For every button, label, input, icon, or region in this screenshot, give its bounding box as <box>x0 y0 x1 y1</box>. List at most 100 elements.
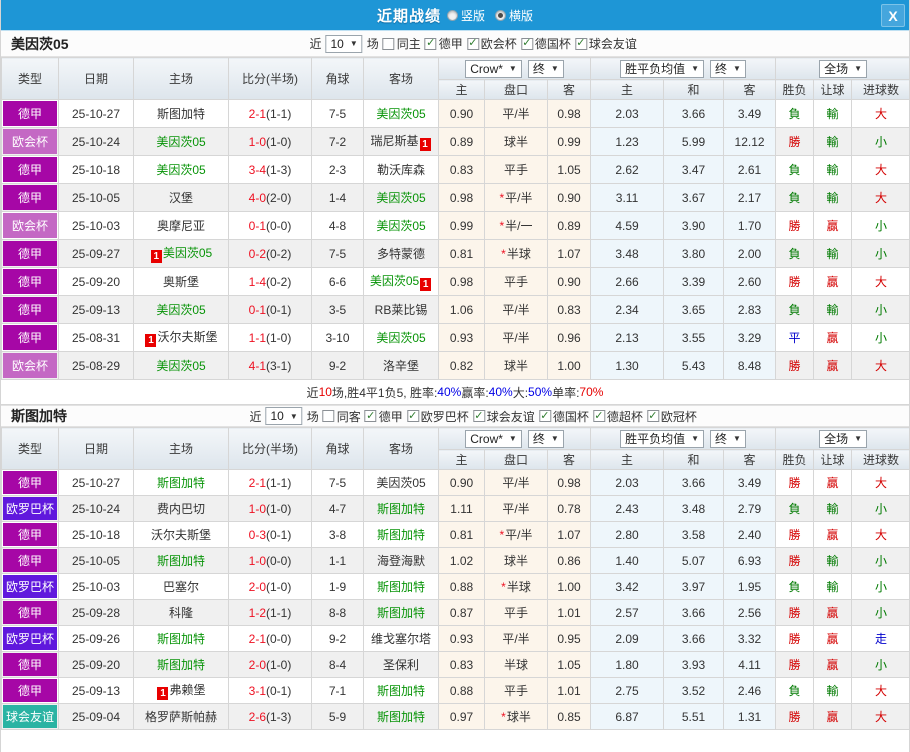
table-row: 球会友谊 25-09-04 格罗萨斯帕赫 2-6(1-3) 5-9 斯图加特 0.97 *球半… <box>1 703 909 730</box>
euro-home-odds: 2.62 <box>590 155 665 184</box>
away-team-name: 圣保利 <box>382 658 419 672</box>
asian-away-odds: 1.00 <box>546 351 592 380</box>
goals-result: 大 <box>851 155 909 184</box>
asian-final-select-value: 终 <box>532 432 545 446</box>
handicap-result: 贏 <box>813 469 853 496</box>
corner-score: 1-9 <box>311 573 364 600</box>
same-venue-checkbox[interactable]: 同客 <box>322 408 361 425</box>
league-checkbox-5[interactable]: ✓ 欧冠杯 <box>646 408 697 425</box>
handicap-result: 輸 <box>813 295 853 324</box>
filter-unit-label: 场 <box>306 409 319 424</box>
match-filter: 近 10 ▼ 场同客 ✓ 德甲 ✓ 欧罗巴杯 ✓ 球会友谊 ✓ 德国杯 ✓ 德超杯 ✓ 欧冠杯 <box>249 407 697 425</box>
goals-result-text: 小 <box>875 303 888 317</box>
match-count-select[interactable]: 10 ▼ <box>265 407 303 425</box>
full-match-select[interactable]: 全场 ▼ <box>819 429 868 448</box>
handicap-result-text: 贏 <box>826 528 839 542</box>
goals-result: 小 <box>851 573 909 600</box>
league-checkbox-0[interactable]: ✓ 德甲 <box>364 408 403 425</box>
league-checkbox-0-label: 德甲 <box>438 37 463 51</box>
league-checkbox-2[interactable]: ✓ 德国杯 <box>520 35 571 52</box>
euro-final-select-value: 终 <box>715 62 728 76</box>
sub-column-header: 主 <box>590 449 665 470</box>
home-team-name: 美因茨05 <box>156 303 206 317</box>
handicap-result: 贏 <box>813 703 853 730</box>
odds-provider-select[interactable]: Crow* ▼ <box>465 429 522 448</box>
league-checkbox-3[interactable]: ✓ 球会友谊 <box>574 35 637 52</box>
chevron-down-icon: ▼ <box>550 64 559 73</box>
recent-results-panel: 近期战绩 竖版 横版 X 美因茨05 近 10 ▼ 场同主 ✓ 德甲 ✓ 欧会杯 ✓ 德国杯 ✓ 球会友谊… <box>0 0 910 752</box>
section-header: 美因茨05 近 10 ▼ 场同主 ✓ 德甲 ✓ 欧会杯 ✓ 德国杯 ✓ 球会友谊 <box>1 31 909 57</box>
sub-column-header: 进球数 <box>851 79 909 100</box>
asian-home-odds: 0.89 <box>438 127 485 156</box>
goals-result-text: 大 <box>875 107 888 121</box>
wdl-result-text: 勝 <box>788 632 801 646</box>
same-venue-checkbox[interactable]: 同主 <box>382 35 421 52</box>
handicap-result: 贏 <box>813 521 853 548</box>
table-row: 德甲 25-08-31 1 沃尔夫斯堡 1-1(1-0) 3-10 美因茨05 0.93 平/半… <box>1 323 909 352</box>
wdl-result: 勝 <box>775 211 815 240</box>
table-row: 欧罗巴杯 25-09-26 斯图加特 2-1(0-0) 9-2 维戈塞尔塔 0.93 平/半 0… <box>1 625 909 652</box>
goals-result-text: 小 <box>875 580 888 594</box>
handicap-text: 平/半 <box>502 107 530 121</box>
league-checkbox-0[interactable]: ✓ 德甲 <box>424 35 463 52</box>
match-score-cell: 1-0(1-0) <box>228 127 312 156</box>
layout-radio-horizontal[interactable]: 横版 <box>495 7 533 24</box>
away-team-cell: 斯图加特 <box>363 573 439 600</box>
table-row: 欧会杯 25-10-03 奥摩尼亚 0-1(0-0) 4-8 美因茨05 0.99 *半/一 0… <box>1 211 909 240</box>
euro-away-odds: 3.29 <box>723 323 777 352</box>
match-type-cell: 欧会杯 <box>1 211 59 240</box>
results-table: 类型 日期 主场 比分(半场) 角球 客场 Crow* ▼ 终 ▼ 胜平负均值 ▼ 终 ▼ 全场 ▼ 主盘口客主… <box>1 427 909 730</box>
euro-away-odds: 1.95 <box>723 573 777 600</box>
euro-final-select[interactable]: 终 ▼ <box>710 59 746 78</box>
home-team-cell: 斯图加特 <box>133 625 229 652</box>
match-type-badge: 欧会杯 <box>3 353 57 378</box>
home-team-name: 斯图加特 <box>156 476 205 490</box>
match-date: 25-10-03 <box>58 211 134 240</box>
goals-result-text: 小 <box>875 502 888 516</box>
league-checkbox-4[interactable]: ✓ 德超杯 <box>592 408 643 425</box>
column-header: 角球 <box>311 427 364 470</box>
asian-away-odds: 1.00 <box>546 573 592 600</box>
goals-result: 大 <box>851 99 909 128</box>
away-team-name: 美因茨05 <box>376 331 426 345</box>
wdl-average-select[interactable]: 胜平负均值 ▼ <box>620 59 705 78</box>
handicap-line: *半球 <box>484 573 548 600</box>
wdl-result: 勝 <box>775 351 815 380</box>
euro-home-odds: 1.80 <box>590 651 665 678</box>
league-checkbox-1[interactable]: ✓ 欧会杯 <box>466 35 517 52</box>
full-match-select-value: 全场 <box>824 432 849 446</box>
odds-provider-select[interactable]: Crow* ▼ <box>465 59 522 78</box>
handicap-star: * <box>499 528 505 542</box>
euro-home-odds: 1.30 <box>590 351 665 380</box>
full-match-select[interactable]: 全场 ▼ <box>819 59 868 78</box>
layout-radio-vertical[interactable]: 竖版 <box>446 7 485 24</box>
handicap-text: 球半 <box>503 359 528 373</box>
league-checkbox-3[interactable]: ✓ 德国杯 <box>538 408 589 425</box>
sub-column-header: 胜负 <box>775 449 815 470</box>
half-time-score: (1-0) <box>266 657 292 672</box>
asian-away-odds: 0.85 <box>546 703 592 730</box>
match-count-select[interactable]: 10 ▼ <box>325 34 363 53</box>
goals-result-text: 小 <box>875 658 888 672</box>
asian-final-select[interactable]: 终 ▼ <box>527 429 564 448</box>
home-team-cell: 科隆 <box>133 599 229 626</box>
corner-score: 7-5 <box>311 99 364 128</box>
wdl-average-select[interactable]: 胜平负均值 ▼ <box>620 429 705 448</box>
handicap-result: 輸 <box>813 677 853 704</box>
wdl-result-text: 負 <box>788 502 801 516</box>
asian-final-select[interactable]: 终 ▼ <box>527 59 564 78</box>
euro-final-select[interactable]: 终 ▼ <box>710 429 746 448</box>
home-team-cell: 1 弗赖堡 <box>133 677 229 704</box>
asian-away-odds: 1.07 <box>546 521 592 548</box>
euro-away-odds: 1.31 <box>723 703 777 730</box>
home-team-name: 美因茨05 <box>156 359 206 373</box>
match-type-badge: 德甲 <box>3 471 57 494</box>
league-checkbox-2[interactable]: ✓ 球会友谊 <box>472 408 535 425</box>
away-team-cell: 勒沃库森 <box>363 155 439 184</box>
close-button[interactable]: X <box>881 4 905 27</box>
league-checkbox-2-label: 德国杯 <box>534 37 571 51</box>
match-date: 25-10-27 <box>58 99 134 128</box>
league-checkbox-1[interactable]: ✓ 欧罗巴杯 <box>406 408 469 425</box>
match-type-badge: 德甲 <box>3 157 57 182</box>
euro-away-odds: 3.32 <box>723 625 777 652</box>
